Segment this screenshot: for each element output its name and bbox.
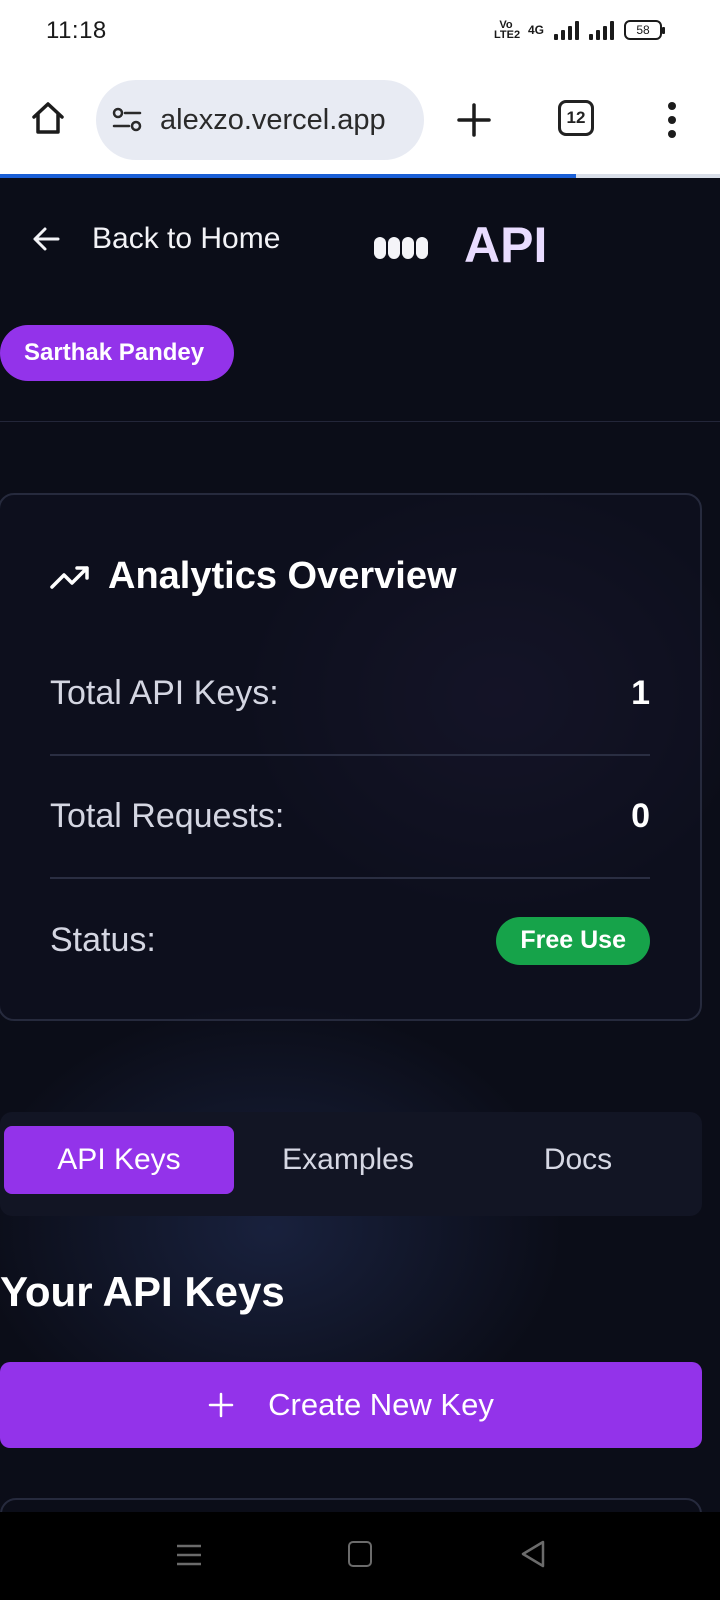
arrow-left-icon [33,227,60,251]
stat-row-requests: Total Requests: 0 [50,756,650,879]
clock: 11:18 [46,17,107,44]
stat-value: 1 [631,674,650,712]
card-title: Analytics Overview [108,555,457,597]
analytics-overview-card: Analytics Overview Total API Keys: 1 Tot… [0,493,702,1021]
home-icon[interactable] [28,98,68,138]
trending-up-icon [50,565,89,589]
back-to-home-label: Back to Home [92,222,281,255]
stat-row-status: Status: Free Use [50,879,650,1002]
divider [0,421,720,422]
more-options-icon[interactable] [664,100,680,140]
back-nav-icon[interactable] [520,1539,546,1569]
new-tab-icon[interactable] [456,102,492,138]
card-header: Analytics Overview [50,555,457,598]
section-title: Your API Keys [0,1268,285,1315]
status-label: Status: [50,921,156,959]
user-badge[interactable]: Sarthak Pandey [0,325,235,381]
page-content: Back to Home API Sarthak Pandey Analytic… [0,178,720,1512]
back-to-home-link[interactable]: Back to Home [30,222,280,256]
home-nav-icon[interactable] [348,1541,372,1567]
recent-apps-icon[interactable] [176,1542,202,1568]
page-title: API [464,217,548,273]
status-icons: Vo LTE2 4G 58 [493,19,665,41]
signal-icon [554,20,579,40]
site-settings-icon[interactable] [112,106,142,134]
stat-label: Total Requests: [50,797,285,835]
stat-value: 0 [631,797,650,835]
tab-examples[interactable]: Examples [233,1126,463,1194]
create-new-key-button[interactable]: Create New Key [0,1362,702,1448]
signal-icon-sim2 [589,20,614,40]
tab-switcher-button[interactable]: 12 [558,100,594,136]
stat-label: Total API Keys: [50,674,279,712]
stat-row-api-keys: Total API Keys: 1 [50,633,650,756]
plus-icon [208,1392,234,1418]
battery-icon: 58 [624,20,665,40]
tab-api-keys[interactable]: API Keys [4,1126,234,1194]
url-text[interactable]: alexzo.vercel.app [160,104,386,137]
logo-icon [374,237,428,259]
api-key-card [0,1498,702,1512]
volte-indicator: Vo LTE2 [493,19,521,41]
tab-docs[interactable]: Docs [463,1126,693,1194]
network-type: 4G [527,23,544,37]
tab-bar: API Keys Examples Docs [0,1112,702,1216]
address-bar[interactable]: alexzo.vercel.app [96,80,424,160]
create-new-key-label: Create New Key [268,1387,494,1422]
system-nav-bar [0,1512,720,1600]
status-bar: 11:18 Vo LTE2 4G 58 [0,0,720,66]
browser-toolbar: alexzo.vercel.app 12 [0,66,720,174]
status-badge: Free Use [496,916,650,965]
